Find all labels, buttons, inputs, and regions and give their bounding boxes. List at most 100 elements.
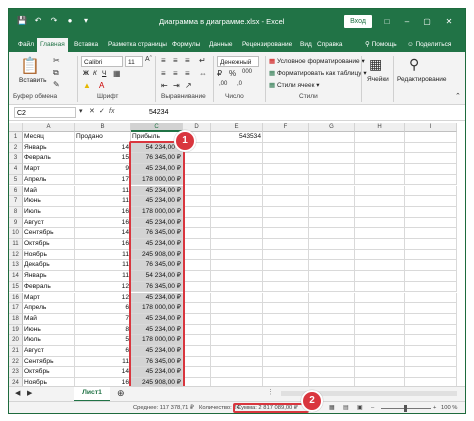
grid-cell[interactable]: [211, 281, 263, 293]
grid-cell[interactable]: [405, 249, 457, 261]
month-cell[interactable]: Январь: [23, 271, 75, 282]
sold-cell[interactable]: 17: [75, 174, 131, 186]
sold-cell[interactable]: 12: [75, 292, 131, 304]
row-header[interactable]: 23: [9, 367, 23, 379]
row-header[interactable]: 7: [9, 196, 23, 207]
number-format-select[interactable]: Денежный: [217, 56, 259, 67]
grid-cell[interactable]: [263, 239, 309, 250]
sold-cell[interactable]: 14: [75, 228, 131, 239]
month-cell[interactable]: Август: [23, 217, 75, 229]
header-sold[interactable]: Продано: [75, 132, 131, 143]
grid-cell[interactable]: [309, 196, 355, 207]
grid-cell[interactable]: [263, 367, 309, 379]
align-left-icon[interactable]: ≡: [161, 69, 166, 78]
increase-font-icon[interactable]: Aˆ: [145, 56, 152, 63]
grid-cell[interactable]: [355, 367, 405, 379]
grid-cell[interactable]: [405, 271, 457, 282]
month-cell[interactable]: Март: [23, 164, 75, 175]
tab-insert[interactable]: Вставка: [71, 38, 101, 52]
grid-cell[interactable]: [405, 164, 457, 175]
grid-cell[interactable]: [309, 324, 355, 336]
grid-cell[interactable]: [211, 185, 263, 197]
header-month[interactable]: Месяц: [23, 132, 75, 143]
grid-cell[interactable]: [211, 249, 263, 261]
copy-icon[interactable]: ⧉: [53, 68, 59, 78]
grid-cell[interactable]: [309, 356, 355, 368]
font-name-select[interactable]: Calibri: [81, 56, 123, 67]
grid-cell[interactable]: [263, 228, 309, 239]
month-cell[interactable]: Апрель: [23, 303, 75, 314]
row-header[interactable]: 1: [9, 132, 23, 143]
column-header-i[interactable]: I: [405, 123, 457, 132]
row-header[interactable]: 2: [9, 142, 23, 154]
grid-cell[interactable]: [211, 356, 263, 368]
sold-cell[interactable]: 11: [75, 249, 131, 261]
grid-cell[interactable]: [355, 281, 405, 293]
minimize-icon[interactable]: –: [399, 15, 415, 28]
grid-cell[interactable]: [183, 281, 211, 293]
grid-cell[interactable]: [211, 217, 263, 229]
grid-cell[interactable]: [309, 185, 355, 197]
grid-cell[interactable]: [263, 164, 309, 175]
grid-cell[interactable]: [355, 346, 405, 357]
zoom-slider-thumb[interactable]: [404, 405, 407, 412]
percent-icon[interactable]: %: [229, 69, 236, 78]
column-header-g[interactable]: G: [309, 123, 355, 132]
sold-cell[interactable]: 5: [75, 335, 131, 346]
grid-cell[interactable]: [355, 239, 405, 250]
save-icon[interactable]: 💾: [17, 16, 27, 26]
grid-cell[interactable]: [183, 313, 211, 325]
month-cell[interactable]: Май: [23, 185, 75, 197]
grid-cell[interactable]: [211, 324, 263, 336]
sold-cell[interactable]: 6: [75, 303, 131, 314]
grid-cell[interactable]: [183, 356, 211, 368]
month-cell[interactable]: Февраль: [23, 281, 75, 293]
grid-cell[interactable]: [263, 346, 309, 357]
sold-cell[interactable]: 7: [75, 313, 131, 325]
column-header-h[interactable]: H: [355, 123, 405, 132]
sold-cell[interactable]: 16: [75, 239, 131, 250]
cell-e1[interactable]: 543534: [211, 132, 263, 143]
row-header[interactable]: 20: [9, 335, 23, 346]
grid-cell[interactable]: [211, 303, 263, 314]
cut-icon[interactable]: ✂: [53, 56, 60, 65]
more-options-icon[interactable]: ⋮: [267, 388, 274, 396]
collapse-ribbon-icon[interactable]: ⌃: [455, 92, 461, 100]
underline-button[interactable]: Ч: [102, 70, 106, 77]
grid-cell[interactable]: [211, 196, 263, 207]
grid-cell[interactable]: [309, 164, 355, 175]
grid-cell[interactable]: [309, 217, 355, 229]
grid-cell[interactable]: [405, 346, 457, 357]
cancel-icon[interactable]: ✕: [89, 107, 95, 115]
align-center-icon[interactable]: ≡: [173, 69, 178, 78]
sold-cell[interactable]: 11: [75, 185, 131, 197]
font-size-select[interactable]: 11: [125, 56, 143, 67]
row-header[interactable]: 17: [9, 303, 23, 314]
grid-cell[interactable]: [405, 206, 457, 218]
grid-cell[interactable]: [405, 292, 457, 304]
grid-cell[interactable]: [405, 196, 457, 207]
sold-cell[interactable]: 11: [75, 196, 131, 207]
sold-cell[interactable]: 14: [75, 367, 131, 379]
borders-icon[interactable]: ▦: [113, 69, 121, 78]
grid-cell[interactable]: [309, 303, 355, 314]
align-right-icon[interactable]: ≡: [185, 69, 190, 78]
row-header[interactable]: 9: [9, 217, 23, 229]
grid-cell[interactable]: [405, 281, 457, 293]
grid-cell[interactable]: [355, 271, 405, 282]
italic-button[interactable]: К: [93, 70, 97, 77]
grid-cell[interactable]: [405, 367, 457, 379]
row-header[interactable]: 11: [9, 239, 23, 250]
grid-cell[interactable]: [309, 206, 355, 218]
undo-icon[interactable]: ↶: [33, 16, 43, 26]
grid-cell[interactable]: [309, 132, 355, 143]
cells-icon[interactable]: ▦: [369, 56, 382, 73]
grid-cell[interactable]: [355, 313, 405, 325]
grid-cell[interactable]: [183, 217, 211, 229]
grid-cell[interactable]: [405, 313, 457, 325]
grid-cell[interactable]: [211, 142, 263, 154]
close-icon[interactable]: ✕: [441, 15, 457, 28]
decrease-indent-icon[interactable]: ⇤: [161, 81, 168, 90]
conditional-formatting-button[interactable]: ▦ Условное форматирование ▾: [269, 57, 365, 65]
sheet-tab-1[interactable]: Лист1: [74, 387, 110, 402]
